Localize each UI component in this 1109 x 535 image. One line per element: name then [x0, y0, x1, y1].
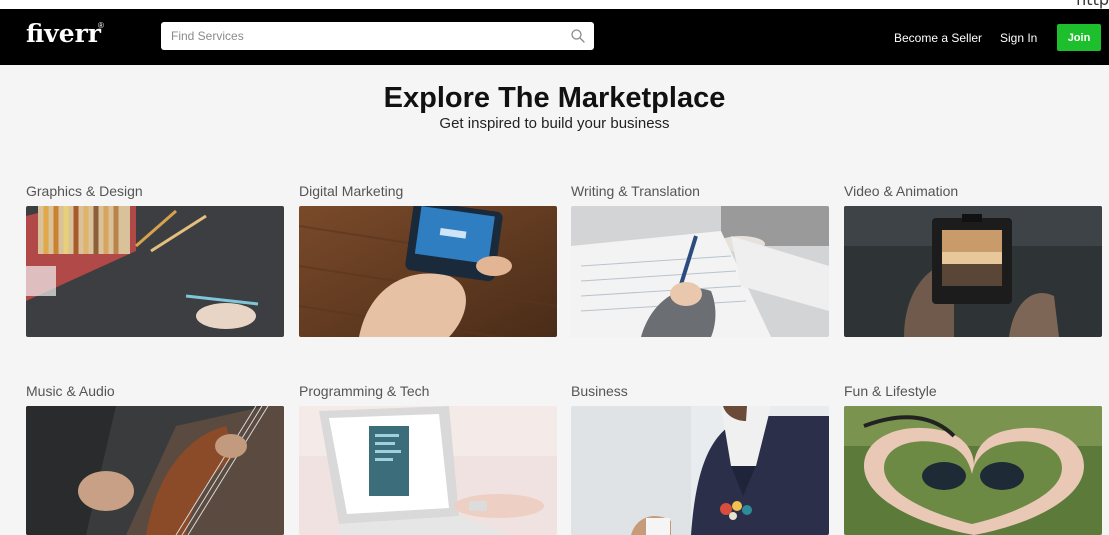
category-image-video-animation[interactable]: [844, 206, 1102, 337]
category-title-fun-lifestyle[interactable]: Fun & Lifestyle: [844, 383, 937, 399]
fiverr-logo[interactable]: fiverr: [26, 19, 101, 49]
page-subtitle: Get inspired to build your business: [439, 115, 670, 132]
category-image-writing-translation[interactable]: [571, 206, 829, 337]
become-seller-link[interactable]: Become a Seller: [894, 31, 982, 45]
category-image-programming-tech[interactable]: [299, 406, 557, 535]
category-title-video-animation[interactable]: Video & Animation: [844, 183, 958, 199]
search-input[interactable]: [161, 22, 561, 50]
category-title-graphics-design[interactable]: Graphics & Design: [26, 183, 143, 199]
join-button[interactable]: Join: [1057, 24, 1101, 51]
category-title-writing-translation[interactable]: Writing & Translation: [571, 183, 700, 199]
url-fragment: http: [1076, 0, 1109, 8]
search-box: [161, 22, 594, 50]
category-image-music-audio[interactable]: [26, 406, 284, 535]
category-image-business[interactable]: [571, 406, 829, 535]
search-icon[interactable]: [570, 28, 586, 44]
category-title-programming-tech[interactable]: Programming & Tech: [299, 383, 429, 399]
top-strip: [0, 0, 1109, 9]
category-title-business[interactable]: Business: [571, 383, 628, 399]
category-image-fun-lifestyle[interactable]: [844, 406, 1102, 535]
category-title-digital-marketing[interactable]: Digital Marketing: [299, 183, 403, 199]
category-image-digital-marketing[interactable]: [299, 206, 557, 337]
category-image-graphics-design[interactable]: [26, 206, 284, 337]
registered-mark: ®: [98, 21, 104, 30]
sign-in-link[interactable]: Sign In: [1000, 31, 1037, 45]
page: http fiverr ® Become a Seller Sign In Jo…: [0, 0, 1109, 535]
page-title: Explore The Marketplace: [383, 82, 726, 114]
category-title-music-audio[interactable]: Music & Audio: [26, 383, 115, 399]
site-header: fiverr ® Become a Seller Sign In Join: [0, 9, 1109, 65]
